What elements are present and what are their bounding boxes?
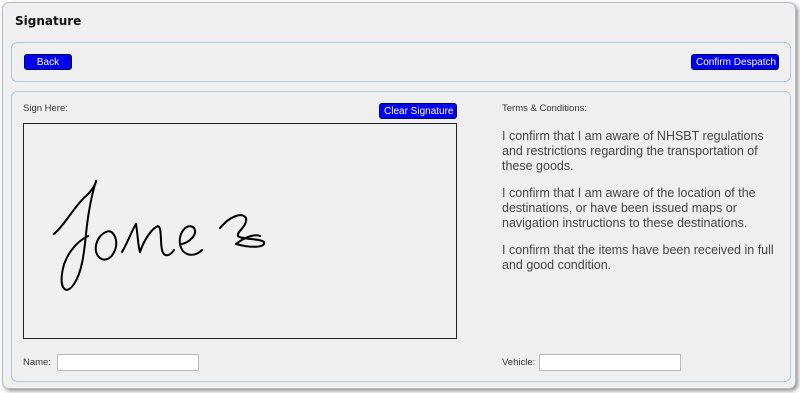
terms-paragraph: I confirm that the items have been recei… — [502, 243, 774, 272]
name-label: Name: — [23, 357, 51, 368]
clear-signature-button[interactable]: Clear Signature — [379, 103, 457, 119]
signature-drawing — [53, 179, 266, 291]
terms-text: I confirm that I am aware of NHSBT regul… — [502, 129, 787, 285]
signature-window: Signature Back Confirm Despatch Sign Her… — [2, 2, 796, 389]
confirm-despatch-button[interactable]: Confirm Despatch — [691, 54, 779, 70]
signature-pad[interactable] — [23, 123, 457, 339]
back-button[interactable]: Back — [24, 54, 72, 70]
name-input[interactable] — [57, 354, 199, 371]
vehicle-label: Vehicle: — [502, 357, 536, 368]
vehicle-input[interactable] — [539, 354, 681, 371]
signature-panel: Sign Here: Clear Signature Terms & Condi… — [11, 91, 791, 382]
sign-here-label: Sign Here: — [23, 103, 68, 114]
toolbar: Back Confirm Despatch — [11, 42, 791, 82]
terms-paragraph: I confirm that I am aware of NHSBT regul… — [502, 129, 764, 173]
window-title: Signature — [15, 14, 82, 28]
terms-label: Terms & Conditions: — [502, 103, 588, 114]
terms-paragraph: I confirm that I am aware of the locatio… — [502, 186, 756, 230]
